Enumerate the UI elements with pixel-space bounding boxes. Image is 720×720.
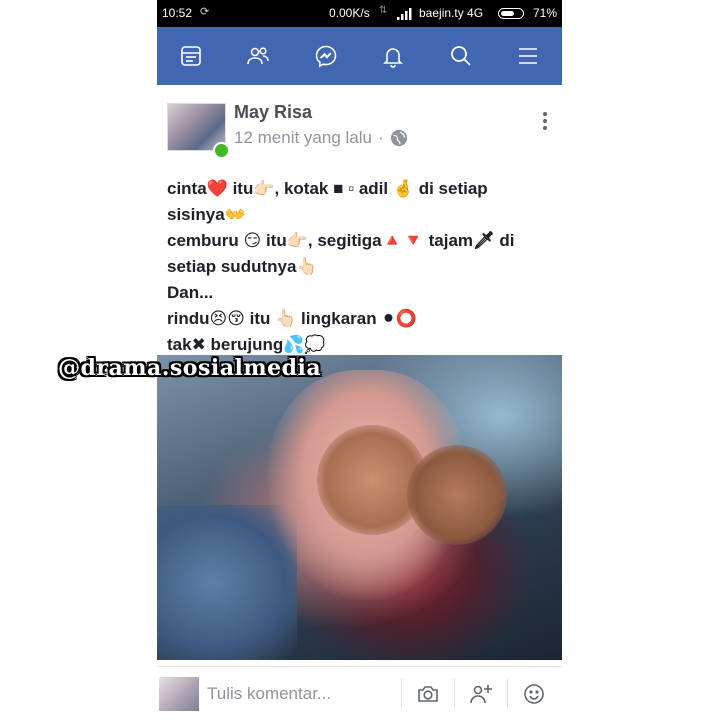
news-feed-icon[interactable] (171, 36, 211, 76)
messenger-icon[interactable] (306, 36, 346, 76)
divider (401, 679, 402, 709)
friends-icon[interactable] (238, 36, 278, 76)
post-header: May Risa 12 menit yang lalu · (157, 97, 562, 159)
post-options-button[interactable] (535, 112, 555, 136)
post-line: rindu😣😚 itu 👆🏻 lingkaran ⚫⭕ (167, 309, 417, 328)
data-arrows-icon: ⇅ (379, 5, 388, 16)
dot-icon (543, 112, 547, 116)
watermark-text: @drama.sosialmedia (58, 355, 322, 381)
battery-percent: 71% (533, 6, 558, 20)
battery-icon (498, 8, 524, 19)
dot-icon (543, 119, 547, 123)
post-timestamp[interactable]: 12 menit yang lalu (234, 128, 372, 148)
post-line: Dan... (167, 283, 214, 302)
camera-icon[interactable] (416, 682, 440, 706)
comment-input[interactable]: Tulis komentar... (207, 684, 331, 704)
status-time: 10:52 (162, 6, 193, 20)
notifications-icon[interactable] (373, 36, 413, 76)
post-line: setiap sudutnya👆🏻 (167, 257, 318, 276)
carrier-label: baejin.ty 4G (419, 6, 484, 20)
dot-icon (543, 126, 547, 130)
globe-icon (390, 129, 407, 147)
post-line: sisinya👐 (167, 205, 246, 224)
user-avatar (159, 677, 199, 711)
post-line: cinta❤️ itu👉🏻, kotak ■ ▫ adil 🤞 di setia… (167, 179, 488, 198)
menu-icon[interactable] (508, 36, 548, 76)
search-icon[interactable] (441, 36, 481, 76)
battery-fill (501, 11, 515, 16)
post-line: cemburu 😏 itu👉🏻, segitiga🔺🔻 tajam🗡 di (167, 231, 515, 250)
post-photo[interactable] (157, 355, 562, 660)
comment-bar: Tulis komentar... (157, 666, 562, 720)
post-body: cinta❤️ itu👉🏻, kotak ■ ▫ adil 🤞 di setia… (167, 176, 552, 358)
online-status-icon (213, 142, 230, 159)
top-nav (157, 27, 562, 85)
meta-separator: · (377, 128, 384, 147)
signal-icon (397, 8, 412, 20)
sync-icon: ⟳ (200, 6, 210, 18)
add-friend-icon[interactable] (469, 682, 493, 706)
post-meta: 12 menit yang lalu · (234, 128, 408, 148)
divider (507, 679, 508, 709)
emoji-icon[interactable] (522, 682, 546, 706)
photo-region (407, 445, 507, 545)
network-speed: 0.00K/s (329, 6, 370, 20)
status-bar: 10:52 ⟳ 0.00K/s ⇅ baejin.ty 4G 71% (157, 0, 562, 27)
post-author[interactable]: May Risa (234, 102, 312, 123)
divider (454, 679, 455, 709)
